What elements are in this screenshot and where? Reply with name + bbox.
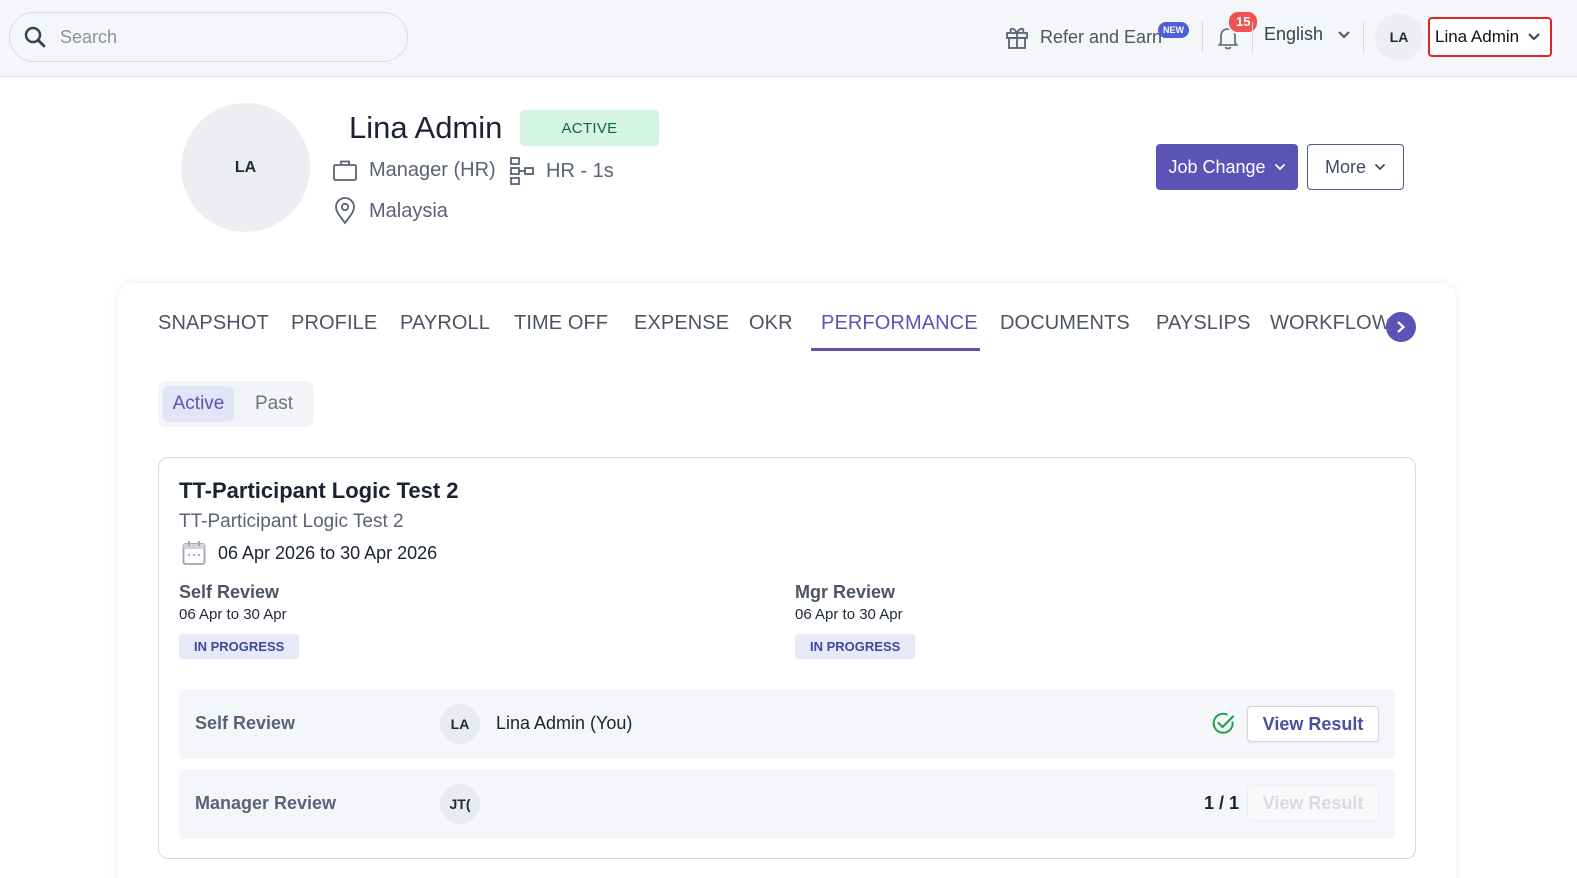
chevron-right-icon bbox=[1397, 321, 1406, 333]
view-result-button[interactable]: View Result bbox=[1247, 706, 1379, 742]
more-button[interactable]: More bbox=[1307, 144, 1404, 190]
review-cycle-title: TT-Participant Logic Test 2 bbox=[179, 478, 459, 503]
language-selector[interactable]: English bbox=[1264, 24, 1351, 45]
map-pin-icon bbox=[335, 197, 355, 225]
date-range-text: 06 Apr 2026 to 30 Apr 2026 bbox=[218, 542, 438, 563]
tab-scroll-right-button[interactable] bbox=[1386, 312, 1416, 342]
avatar: LA bbox=[440, 704, 480, 744]
user-menu-dropdown[interactable]: Lina Admin bbox=[1428, 17, 1552, 57]
chevron-down-icon bbox=[1274, 163, 1285, 171]
tab-payslips[interactable]: PAYSLIPS bbox=[1156, 312, 1251, 335]
designation-text: Manager (HR) bbox=[369, 158, 496, 181]
avatar: JT( bbox=[440, 784, 480, 824]
new-badge: NEW bbox=[1158, 22, 1189, 38]
job-change-label: Job Change bbox=[1168, 156, 1266, 177]
review-cycle-subtitle: TT-Participant Logic Test 2 bbox=[179, 511, 404, 532]
search-box[interactable] bbox=[9, 12, 408, 62]
row-label-self: Self Review bbox=[195, 713, 296, 733]
tab-expense[interactable]: EXPENSE bbox=[634, 312, 729, 335]
top-bar: Refer and Earn NEW 15 English LA Lina Ad… bbox=[0, 0, 1577, 77]
chevron-down-icon bbox=[1528, 33, 1540, 41]
search-input[interactable] bbox=[60, 26, 380, 48]
briefcase-icon bbox=[333, 160, 357, 181]
refer-label: Refer and Earn bbox=[1040, 26, 1163, 47]
review-progress-count: 1 / 1 bbox=[1204, 793, 1240, 813]
gift-icon bbox=[1006, 27, 1028, 49]
location: Malaysia bbox=[334, 197, 448, 225]
location-text: Malaysia bbox=[369, 199, 448, 222]
job-change-button[interactable]: Job Change bbox=[1156, 144, 1298, 190]
notification-count-badge: 15 bbox=[1227, 10, 1260, 34]
tab-profile[interactable]: PROFILE bbox=[291, 312, 377, 335]
phase-status-badge-manager: IN PROGRESS bbox=[795, 634, 916, 659]
phase-dates-manager: 06 Apr to 30 Apr bbox=[795, 606, 903, 623]
segment-active[interactable]: Active bbox=[163, 386, 234, 422]
tab-performance[interactable]: PERFORMANCE bbox=[821, 312, 978, 335]
designation: Manager (HR) bbox=[332, 157, 496, 183]
phase-title-self: Self Review bbox=[179, 582, 280, 602]
profile-avatar: LA bbox=[181, 103, 310, 232]
department: HR - 1s bbox=[509, 157, 614, 185]
language-label: English bbox=[1264, 24, 1324, 44]
tab-time-off[interactable]: TIME OFF bbox=[514, 312, 608, 335]
chevron-down-icon bbox=[1338, 30, 1350, 38]
user-name-label: Lina Admin bbox=[1435, 27, 1520, 46]
tab-documents[interactable]: DOCUMENTS bbox=[1000, 312, 1130, 335]
view-result-button-disabled[interactable]: View Result bbox=[1247, 785, 1379, 821]
check-circle-icon bbox=[1212, 712, 1235, 734]
phase-title-manager: Mgr Review bbox=[795, 582, 896, 602]
tab-workflow[interactable]: WORKFLOW bbox=[1270, 312, 1388, 335]
refer-and-earn-link[interactable]: Refer and Earn NEW bbox=[1004, 22, 1189, 52]
segment-past[interactable]: Past bbox=[244, 386, 304, 422]
tab-payroll[interactable]: PAYROLL bbox=[400, 312, 490, 335]
tab-okr[interactable]: OKR bbox=[749, 312, 793, 335]
avatar[interactable]: LA bbox=[1375, 13, 1423, 61]
active-tab-indicator bbox=[811, 348, 980, 351]
status-badge: ACTIVE bbox=[520, 110, 659, 146]
divider bbox=[1202, 22, 1203, 52]
department-text: HR - 1s bbox=[546, 159, 614, 182]
more-label: More bbox=[1324, 156, 1366, 177]
reviewer-name: Lina Admin (You) bbox=[496, 713, 633, 733]
tab-bar: SNAPSHOT PROFILE PAYROLL TIME OFF EXPENS… bbox=[158, 300, 1388, 352]
phase-dates-self: 06 Apr to 30 Apr bbox=[179, 606, 287, 623]
phase-status-badge-self: IN PROGRESS bbox=[179, 634, 300, 659]
search-icon bbox=[24, 26, 46, 48]
divider bbox=[1252, 22, 1253, 52]
tab-snapshot[interactable]: SNAPSHOT bbox=[158, 312, 269, 335]
chevron-down-icon bbox=[1374, 163, 1386, 171]
divider bbox=[1363, 22, 1364, 52]
org-chart-icon bbox=[510, 157, 534, 185]
profile-name: Lina Admin bbox=[349, 110, 503, 145]
review-cycle-dates: 06 Apr 2026 to 30 Apr 2026 bbox=[182, 540, 437, 566]
calendar-icon bbox=[182, 541, 206, 565]
row-label-manager: Manager Review bbox=[195, 793, 337, 813]
